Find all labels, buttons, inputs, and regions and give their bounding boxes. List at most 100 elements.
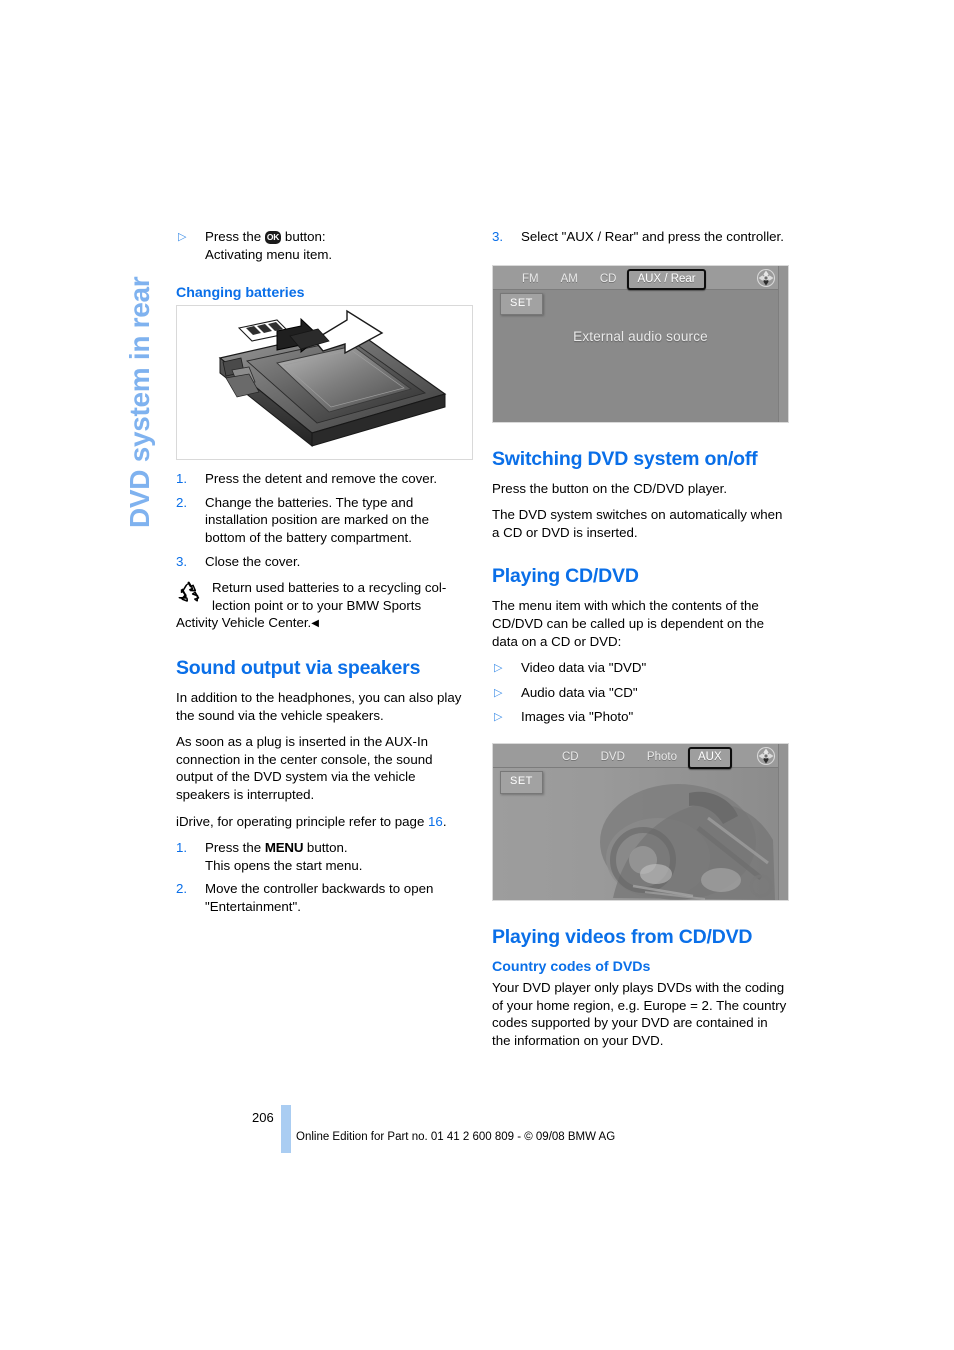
screen-tab-strip: FM AM CD AUX / Rear — [511, 268, 706, 291]
bullet-text-after: button: — [281, 229, 326, 244]
playing-bullet-images: ▷ Images via "Photo" — [492, 708, 789, 726]
left-column: ▷ Press the OK button: Activating menu i… — [176, 228, 473, 924]
right-column: 3. Select "AUX / Rear" and press the con… — [492, 228, 789, 1058]
idrive-screen-aux-photo: CD DVD Photo AUX SET — [493, 743, 788, 900]
battery-step-1: 1. Press the detent and remove the cover… — [176, 470, 473, 488]
sound-output-para-2: As soon as a plug is inserted in the AUX… — [176, 734, 433, 802]
sound-step-1: 1. Press the MENU button. This opens the… — [176, 839, 473, 874]
figure-remote-battery-cover: MPA0012345 — [176, 305, 473, 461]
menu-key-icon: MENU — [264, 840, 304, 856]
heading-changing-batteries: Changing batteries — [176, 285, 305, 302]
step-text: Move the controller backwards to open "E… — [205, 881, 434, 914]
playing-bullet-video: ▷ Video data via "DVD" — [492, 659, 789, 677]
sound-output-para-1: In addition to the headphones, you can a… — [176, 689, 462, 723]
bullet-text-before: Press the — [205, 229, 265, 244]
screen-tab-aux-rear[interactable]: AUX / Rear — [627, 268, 706, 291]
playing-para-1: The menu item with which the contents of… — [492, 598, 765, 649]
figure-code: MPA0012345 — [468, 455, 472, 459]
screen-scroll-strip[interactable] — [778, 743, 788, 900]
step-number: 3. — [176, 553, 188, 569]
screen-tab-strip: CD DVD Photo AUX — [551, 746, 732, 769]
heading-country-codes: Country codes of DVDs — [492, 958, 651, 975]
note-end-marker: ◀ — [311, 618, 319, 630]
controller-compass-icon — [756, 268, 776, 288]
heading-sound-output: Sound output via speakers — [176, 656, 421, 679]
bullet-text: Images via "Photo" — [521, 709, 634, 725]
step-text-line2: This opens the start menu. — [205, 857, 363, 873]
bullet-text: Video data via "DVD" — [521, 660, 647, 676]
battery-step-2: 2. Change the batteries. The type and in… — [176, 494, 473, 547]
heading-playing-videos: Playing videos from CD/DVD — [492, 925, 753, 948]
screen-tab-am[interactable]: AM — [550, 270, 589, 290]
step-number: 1. — [176, 840, 188, 856]
step-number: 2. — [176, 494, 188, 510]
figure-screen-aux-photo: CD DVD Photo AUX SET — [492, 742, 789, 901]
step-number: 3. — [492, 229, 504, 244]
playing-bullet-audio: ▷ Audio data via "CD" — [492, 684, 789, 702]
idrive-screen-aux-rear: FM AM CD AUX / Rear SET External audio s… — [493, 265, 788, 422]
step-text: Change the batteries. The type and insta… — [205, 494, 429, 545]
figure-screen-aux-rear: FM AM CD AUX / Rear SET External audio s… — [492, 264, 789, 423]
screen-set-button[interactable]: SET — [500, 770, 543, 794]
figure-code: MPA0018765 — [784, 418, 788, 422]
recycling-note-line3-text: Activity Vehicle Center. — [176, 615, 312, 631]
switching-para-1: Press the button on the CD/DVD player. — [492, 480, 728, 496]
step-number: 2. — [176, 881, 188, 897]
remote-control-illustration — [218, 309, 447, 448]
idrive-text-after: . — [442, 813, 447, 829]
bullet-line1: Press the OK button: — [205, 229, 326, 244]
idrive-text-before: iDrive, for operating principle refer to… — [176, 813, 429, 829]
bullet-press-ok: ▷ Press the OK button: Activating menu i… — [176, 228, 473, 263]
chapter-title: DVD system in rear — [124, 276, 155, 528]
screen-tab-fm[interactable]: FM — [511, 270, 550, 290]
figure-code: MPA0019876 — [784, 896, 788, 900]
battery-steps-list: 1. Press the detent and remove the cover… — [176, 470, 473, 570]
recycling-note-line3: Activity Vehicle Center.◀ — [176, 614, 473, 633]
manual-page: DVD system in rear ▷ Press the OK button… — [0, 0, 954, 1350]
recycling-note-line2: lection point or to your BMW Sports — [212, 597, 422, 613]
country-codes-para: Your DVD player only plays DVDs with the… — [492, 979, 787, 1048]
footer-accent-bar — [281, 1105, 291, 1153]
step-text-before: Press the — [205, 840, 265, 856]
sound-output-para-3: iDrive, for operating principle refer to… — [176, 813, 473, 831]
screen-center-text: External audio source — [573, 328, 708, 344]
step-text: Close the cover. — [205, 553, 301, 569]
ok-key-icon: OK — [264, 231, 282, 244]
step-text: Select "AUX / Rear" and press the contro… — [521, 229, 784, 244]
step-number: 1. — [176, 471, 188, 487]
page-number: 206 — [252, 1110, 274, 1125]
step-text-after: button. — [303, 840, 348, 856]
heading-switching-dvd: Switching DVD system on/off — [492, 447, 758, 470]
aux-select-step-list: 3. Select "AUX / Rear" and press the con… — [492, 228, 789, 246]
screen-tab-photo[interactable]: Photo — [636, 748, 688, 768]
step-text-line1: Press the MENU button. — [205, 840, 348, 855]
recycling-note: Return used batteries to a recycling col… — [176, 579, 473, 633]
bullet-line2: Activating menu item. — [205, 246, 333, 262]
bullet-text: Audio data via "CD" — [521, 684, 638, 700]
triangle-bullet-icon: ▷ — [178, 231, 187, 243]
sound-output-steps-list: 1. Press the MENU button. This opens the… — [176, 839, 473, 915]
recycling-icon — [176, 580, 202, 603]
controller-compass-icon — [756, 746, 776, 766]
heading-playing-cd-dvd: Playing CD/DVD — [492, 565, 639, 588]
screen-tab-aux[interactable]: AUX — [687, 746, 732, 769]
sound-step-2: 2. Move the controller backwards to open… — [176, 880, 473, 915]
battery-step-3: 3. Close the cover. — [176, 553, 473, 571]
triangle-bullet-icon: ▷ — [494, 686, 503, 699]
screen-set-button[interactable]: SET — [500, 292, 543, 316]
screen-tab-cd[interactable]: CD — [551, 748, 590, 768]
triangle-bullet-icon: ▷ — [494, 662, 503, 675]
switching-para-2: The DVD system switches on automatically… — [492, 507, 783, 540]
page-reference-link[interactable]: 16 — [428, 814, 443, 829]
screen-tab-cd[interactable]: CD — [589, 270, 628, 290]
step-text: Press the detent and remove the cover. — [205, 471, 438, 487]
recycling-note-line1: Return used batteries to a recycling col… — [212, 580, 447, 596]
screen-tab-dvd[interactable]: DVD — [590, 748, 636, 768]
